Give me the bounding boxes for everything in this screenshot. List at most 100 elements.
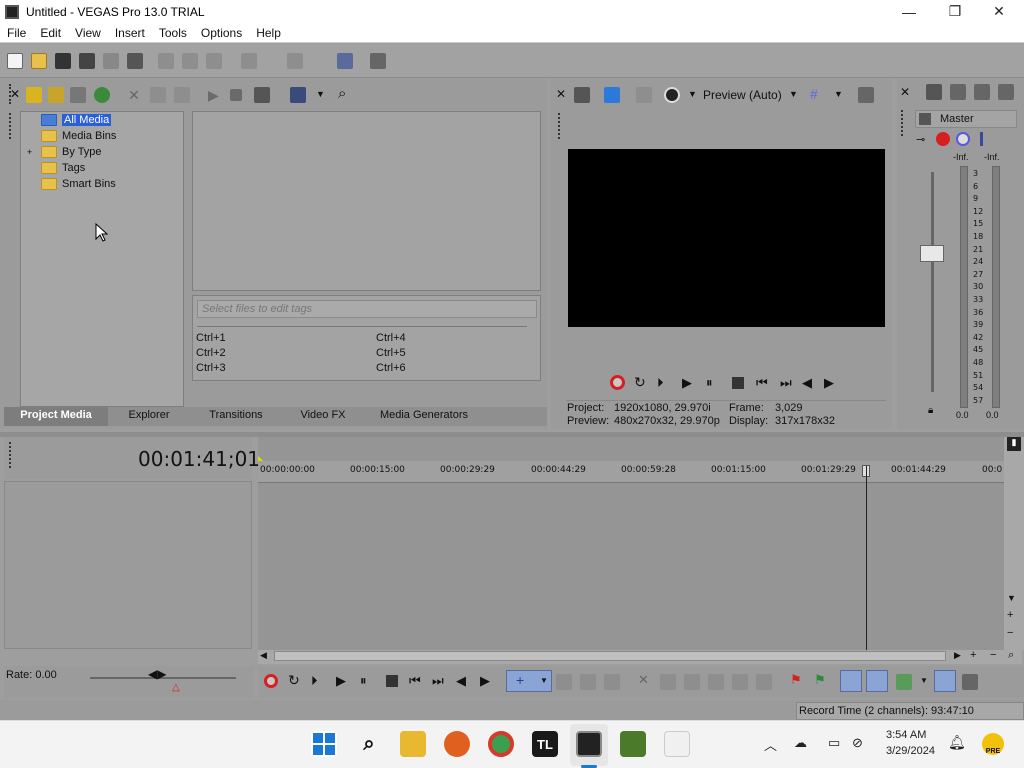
new-project-icon[interactable] (7, 53, 23, 69)
go-to-end-icon[interactable]: ⏭ (432, 673, 444, 689)
onedrive-offline-icon[interactable]: ☁ (794, 735, 807, 751)
vertical-scrollbar[interactable]: ▮ ▼ + − (1004, 437, 1024, 650)
split-icon[interactable] (732, 674, 748, 690)
stop-icon[interactable] (230, 89, 242, 101)
zoom-out-time-icon[interactable]: − (990, 649, 996, 661)
solo-icon[interactable] (980, 132, 983, 146)
close-pane-icon[interactable]: ✕ (900, 85, 910, 99)
previous-frame-icon[interactable]: ◀ (456, 673, 466, 689)
file-explorer-icon[interactable] (400, 731, 426, 757)
overlays-dropdown-icon[interactable]: ▼ (688, 89, 697, 99)
preview-properties-icon[interactable] (574, 87, 590, 103)
views-dropdown-icon[interactable]: ▼ (316, 89, 325, 99)
ignore-grouping-icon[interactable] (962, 674, 978, 690)
master-fader[interactable] (920, 245, 944, 262)
render-icon[interactable] (103, 53, 119, 69)
views-icon[interactable] (290, 87, 306, 103)
paste-icon[interactable] (206, 53, 222, 69)
rate-slider-thumb-icon[interactable]: ◀▶ (148, 667, 166, 681)
scroll-thumb[interactable] (274, 651, 946, 661)
scroll-down-icon[interactable]: ▼ (1007, 593, 1016, 603)
auto-ripple-button[interactable] (840, 670, 862, 692)
vegas-taskbar-icon[interactable] (576, 731, 602, 757)
tag-input[interactable]: Select files to edit tags (197, 300, 537, 318)
snapping-icon[interactable] (896, 674, 912, 690)
grid-icon[interactable]: # (810, 86, 818, 102)
play-icon[interactable]: ▶ (336, 673, 346, 689)
get-media-icon[interactable] (70, 87, 86, 103)
dim-output-icon[interactable] (974, 84, 990, 100)
external-monitor-icon[interactable] (604, 87, 620, 103)
media-list[interactable] (192, 111, 541, 291)
insert-region-icon[interactable]: ⚑ (814, 672, 826, 688)
lock-icon[interactable]: 🔒︎ (928, 405, 933, 416)
minecraft-icon[interactable] (620, 731, 646, 757)
properties-icon[interactable] (127, 53, 143, 69)
lock-envelopes-button[interactable] (934, 670, 956, 692)
show-hidden-icons-chevron-icon[interactable]: ︿ (764, 735, 777, 754)
tab-explorer[interactable]: Explorer (108, 407, 190, 426)
tab-transitions[interactable]: Transitions (190, 407, 282, 426)
go-to-start-icon[interactable]: ⏮ (756, 375, 768, 391)
tree-item-by-type[interactable]: + By Type (27, 144, 102, 160)
menu-view[interactable]: View (68, 26, 108, 40)
go-to-end-icon[interactable]: ⏭ (780, 375, 792, 391)
loop-icon[interactable]: ↻ (288, 672, 300, 689)
dock-handle[interactable] (901, 110, 904, 136)
search-icon[interactable]: ⌕ (356, 731, 382, 757)
zoom-in-vertical-icon[interactable]: + (1007, 609, 1013, 621)
pan-icon[interactable]: ⊸ (916, 133, 925, 146)
tree-item-media-bins[interactable]: Media Bins (41, 128, 116, 144)
loop-icon[interactable]: ↻ (634, 374, 646, 391)
display-icon[interactable]: ▭ (828, 735, 840, 751)
firefox-icon[interactable] (444, 731, 470, 757)
play-icon[interactable]: ▶ (208, 87, 219, 104)
clock-date[interactable]: 3/29/2024 (886, 745, 935, 757)
minimize-button[interactable]: — (886, 0, 932, 23)
zoom-tool-icon[interactable] (604, 674, 620, 690)
menu-insert[interactable]: Insert (108, 26, 152, 40)
stop-icon[interactable] (732, 377, 744, 389)
chrome-icon[interactable] (488, 731, 514, 757)
stop-icon[interactable] (386, 675, 398, 687)
preview-quality-dropdown[interactable]: Preview (Auto) (703, 88, 782, 102)
copy-icon[interactable] (182, 53, 198, 69)
go-to-start-icon[interactable]: ⏮ (409, 673, 421, 689)
whats-this-help-icon[interactable] (370, 53, 386, 69)
selection-tool-icon[interactable] (580, 674, 596, 690)
menu-edit[interactable]: Edit (33, 26, 68, 40)
tree-item-smart-bins[interactable]: Smart Bins (41, 176, 116, 192)
tab-media-generators[interactable]: Media Generators (364, 407, 484, 426)
dock-handle[interactable] (558, 113, 561, 139)
tab-project-media[interactable]: Project Media (4, 407, 108, 426)
previous-frame-icon[interactable]: ◀ (802, 375, 812, 391)
network-icon[interactable]: ⊘ (852, 735, 863, 751)
redo-icon[interactable] (287, 53, 303, 69)
record-icon[interactable] (264, 674, 278, 688)
menu-file[interactable]: File (0, 26, 33, 40)
scroll-right-icon[interactable]: ▶ (954, 650, 961, 661)
track-list[interactable] (4, 481, 252, 649)
cut-icon[interactable] (158, 53, 174, 69)
delete-icon[interactable]: ✕ (638, 672, 649, 688)
downmix-icon[interactable] (950, 84, 966, 100)
grid-dropdown-icon[interactable]: ▼ (834, 89, 843, 99)
preview-quality-arrow-icon[interactable]: ▼ (789, 89, 798, 99)
pause-icon[interactable]: ⏸ (706, 375, 713, 391)
play-icon[interactable]: ▶ (682, 375, 692, 391)
capture-video-icon[interactable] (48, 87, 64, 103)
scroll-left-icon[interactable]: ◀ (260, 650, 267, 661)
tree-item-all-media[interactable]: All Media (41, 112, 112, 128)
lock-envelopes-icon[interactable] (756, 674, 772, 690)
menu-options[interactable]: Options (194, 26, 249, 40)
tl-app-icon[interactable]: TL (532, 731, 558, 757)
zoom-in-time-icon[interactable]: + (970, 649, 976, 661)
mute-icon[interactable] (956, 132, 970, 146)
dock-handle[interactable] (9, 113, 12, 139)
java-icon[interactable] (664, 731, 690, 757)
overlays-icon[interactable] (664, 87, 680, 103)
trim-end-icon[interactable] (708, 674, 724, 690)
zoom-tool-icon[interactable]: ⌕ (1008, 649, 1014, 662)
next-frame-icon[interactable]: ▶ (824, 375, 834, 391)
import-media-icon[interactable] (26, 87, 42, 103)
